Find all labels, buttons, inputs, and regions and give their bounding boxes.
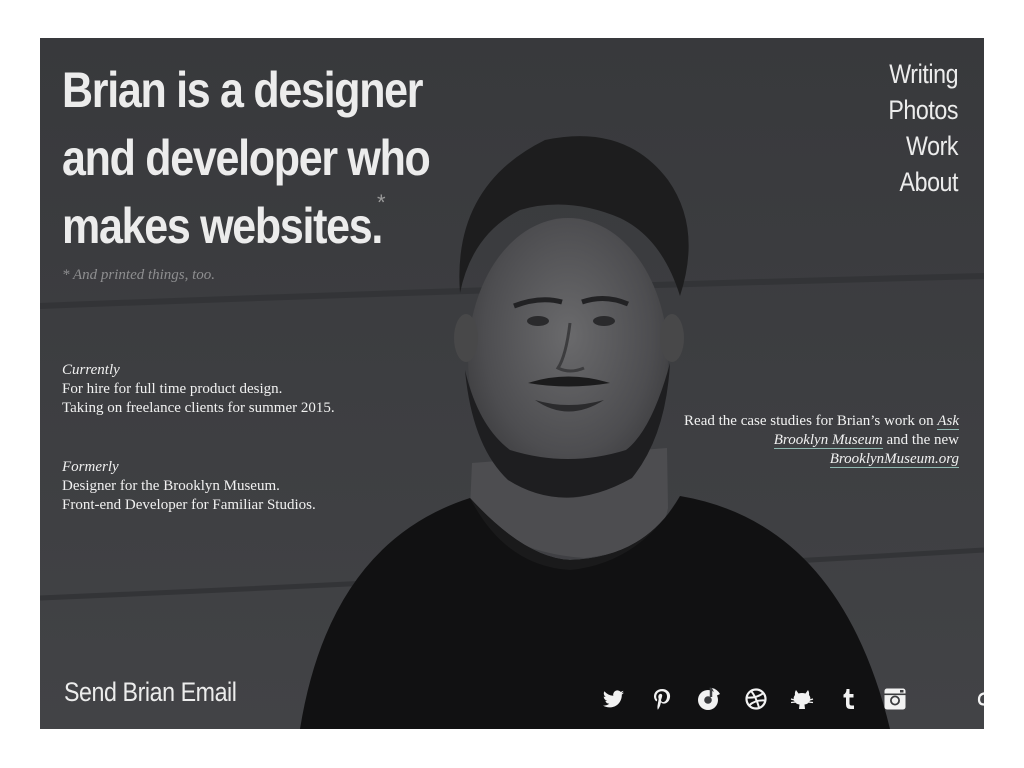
currently-line: Taking on freelance clients for summer 2… (62, 400, 335, 416)
instagram-link[interactable] (881, 685, 909, 713)
currently-line: For hire for full time product design. (62, 381, 283, 397)
rdio-link[interactable] (695, 685, 723, 713)
headline-line: Brian is a designer (62, 62, 424, 118)
lastfm-link[interactable] (976, 685, 984, 713)
dribbble-link[interactable] (742, 685, 770, 713)
footnote-asterisk: * (377, 190, 386, 215)
pinterest-icon (654, 689, 671, 710)
lastfm-icon (977, 692, 984, 706)
tumblr-link[interactable] (835, 685, 863, 713)
main-nav: Writing Photos Work About (877, 56, 958, 200)
rdio-icon (698, 687, 720, 710)
headline-line: and developer who (62, 130, 431, 186)
instagram-icon (884, 688, 906, 710)
formerly-line: Designer for the Brooklyn Museum. (62, 478, 280, 494)
case-studies-middle: and the new (886, 432, 959, 448)
formerly-label: Formerly (62, 459, 119, 475)
nav-item-writing[interactable]: Writing (888, 56, 958, 92)
footnote: * And printed things, too. (62, 267, 216, 283)
brooklyn-museum-link[interactable]: BrooklynMuseum.org (829, 451, 959, 468)
headline-line: makes websites. (62, 198, 383, 254)
nav-item-photos[interactable]: Photos (888, 92, 958, 128)
send-email-link[interactable]: Send Brian Email (64, 677, 237, 708)
currently-label: Currently (62, 362, 120, 378)
case-studies: Read the case studies for Brian’s work o… (659, 412, 959, 469)
twitter-icon (603, 690, 624, 708)
github-icon (790, 690, 814, 709)
formerly-line: Front-end Developer for Familiar Studios… (62, 497, 316, 513)
nav-item-work[interactable]: Work (888, 128, 958, 164)
twitter-link[interactable] (600, 685, 628, 713)
hero: Brian is a designer and developer who ma… (40, 38, 984, 729)
nav-item-about[interactable]: About (888, 164, 958, 200)
currently-section: Currently For hire for full time product… (62, 361, 335, 418)
case-studies-intro: Read the case studies for Brian’s work o… (684, 413, 934, 429)
github-link[interactable] (788, 685, 816, 713)
formerly-section: Formerly Designer for the Brooklyn Museu… (62, 458, 316, 515)
page-title: Brian is a designer and developer who ma… (62, 56, 431, 260)
dribbble-icon (745, 688, 767, 710)
pinterest-link[interactable] (648, 685, 676, 713)
tumblr-icon (843, 689, 854, 709)
